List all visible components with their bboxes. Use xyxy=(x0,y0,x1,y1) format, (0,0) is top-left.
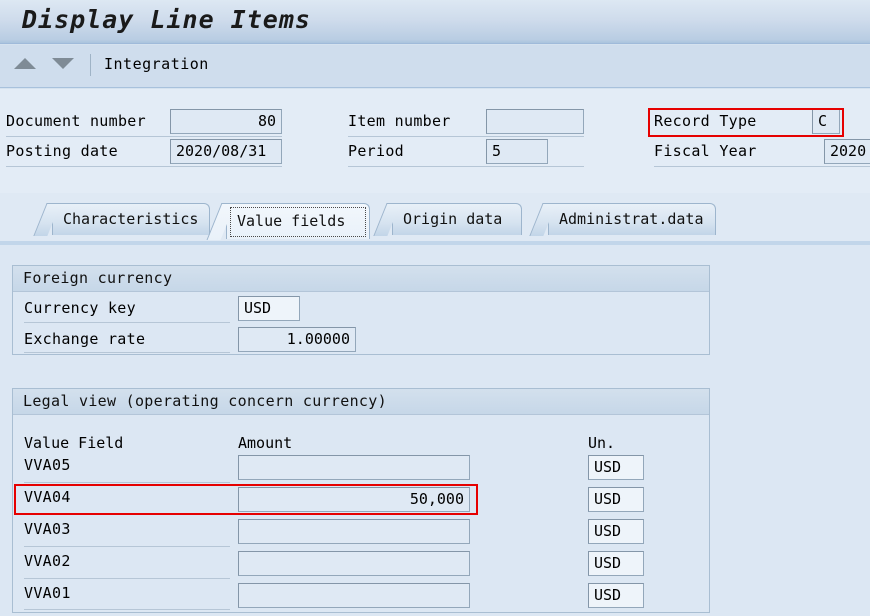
table-row-unit-input[interactable]: USD xyxy=(588,519,644,544)
page-title: Display Line Items xyxy=(22,5,311,34)
document-number-input[interactable]: 80 xyxy=(170,109,282,134)
tab-origin-data[interactable]: Origin data xyxy=(373,203,522,236)
period-input[interactable]: 5 xyxy=(486,139,548,164)
table-row-field-label: VVA04 xyxy=(24,488,71,506)
table-row-underline xyxy=(24,482,230,483)
record-type-input[interactable]: C xyxy=(812,109,840,134)
table-row-amount-input[interactable] xyxy=(238,519,470,544)
table-row-underline xyxy=(24,578,230,579)
table-row-amount-input[interactable] xyxy=(238,455,470,480)
table-row-underline xyxy=(24,609,230,610)
table-row-unit-input[interactable]: USD xyxy=(588,583,644,608)
column-header-value-field: Value Field xyxy=(24,434,124,452)
tab-administrat-data[interactable]: Administrat.data xyxy=(529,203,716,236)
document-number-label: Document number xyxy=(6,112,146,130)
posting-date-underline xyxy=(6,166,282,167)
exchange-rate-label: Exchange rate xyxy=(24,330,146,348)
table-row-underline xyxy=(24,514,230,515)
table-row-field-label: VVA01 xyxy=(24,584,71,602)
header-field-area: Document number 80 Item number Record Ty… xyxy=(0,89,870,193)
tab-origin-data-label: Origin data xyxy=(403,210,503,228)
triangle-down-icon[interactable] xyxy=(52,58,74,69)
table-row-unit-input[interactable]: USD xyxy=(588,487,644,512)
record-type-underline xyxy=(654,136,840,137)
item-number-label: Item number xyxy=(348,112,451,130)
fiscal-year-label: Fiscal Year xyxy=(654,142,757,160)
fiscal-year-underline xyxy=(654,166,870,167)
currency-key-label: Currency key xyxy=(24,299,136,317)
tab-slant xyxy=(33,203,61,236)
item-number-underline xyxy=(348,136,584,137)
posting-date-label: Posting date xyxy=(6,142,118,160)
window-title-bar: Display Line Items xyxy=(0,0,870,44)
tab-slant xyxy=(529,203,557,236)
table-row-amount-input[interactable]: 50,000 xyxy=(238,487,470,512)
table-row-amount-input[interactable] xyxy=(238,583,470,608)
table-row-unit-input[interactable]: USD xyxy=(588,551,644,576)
toolbar-integration-label: Integration xyxy=(104,55,209,73)
item-number-input[interactable] xyxy=(486,109,584,134)
foreign-currency-title: Foreign currency xyxy=(23,269,173,287)
document-number-underline xyxy=(6,136,282,137)
tab-value-fields-label: Value fields xyxy=(237,212,346,230)
tab-characteristics[interactable]: Characteristics xyxy=(33,203,210,236)
column-header-unit: Un. xyxy=(588,434,616,452)
table-row-field-label: VVA02 xyxy=(24,552,71,570)
tab-value-fields[interactable]: Value fields xyxy=(206,203,370,240)
table-row-field-label: VVA03 xyxy=(24,520,71,538)
currency-key-underline xyxy=(24,322,230,323)
table-row-amount-input[interactable] xyxy=(238,551,470,576)
tab-slant xyxy=(373,203,401,236)
triangle-up-icon[interactable] xyxy=(14,58,36,69)
legal-view-title: Legal view (operating concern currency) xyxy=(23,392,387,410)
period-underline xyxy=(348,166,584,167)
table-row-underline xyxy=(24,546,230,547)
tab-characteristics-label: Characteristics xyxy=(63,210,199,228)
exchange-rate-input[interactable]: 1.00000 xyxy=(238,327,356,352)
posting-date-input[interactable]: 2020/08/31 xyxy=(170,139,282,164)
tab-administrat-data-label: Administrat.data xyxy=(559,210,704,228)
fiscal-year-input[interactable]: 2020 xyxy=(824,139,870,164)
period-label: Period xyxy=(348,142,404,160)
table-row-field-label: VVA05 xyxy=(24,456,71,474)
currency-key-input[interactable]: USD xyxy=(238,296,300,321)
table-row-unit-input[interactable]: USD xyxy=(588,455,644,480)
exchange-rate-underline xyxy=(24,352,230,353)
toolbar-separator xyxy=(90,54,91,76)
column-header-amount: Amount xyxy=(238,434,293,452)
tab-strip: Characteristics Value fields Origin data… xyxy=(0,193,870,245)
record-type-label: Record Type xyxy=(654,112,757,130)
